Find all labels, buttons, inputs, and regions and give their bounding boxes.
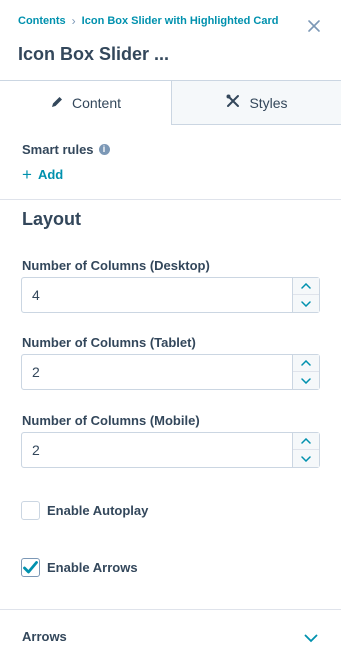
mobile-columns-stepper <box>292 433 319 467</box>
chevron-down-icon <box>304 630 318 648</box>
add-smart-rule-label: Add <box>37 167 64 182</box>
breadcrumb-current-link[interactable]: Icon Box Slider with Highlighted Card <box>82 15 279 27</box>
info-icon[interactable]: i <box>98 144 110 155</box>
smart-rules-label: Smart rules i <box>22 142 110 157</box>
checkbox-box[interactable] <box>21 501 40 520</box>
chevron-up-icon[interactable] <box>293 278 319 295</box>
breadcrumb-root-link[interactable]: Contents <box>18 15 66 27</box>
enable-autoplay-checkbox[interactable]: Enable Autoplay <box>21 501 148 520</box>
chevron-up-icon[interactable] <box>293 355 319 372</box>
tab-content-label: Content <box>71 95 122 111</box>
arrows-accordion-label: Arrows <box>22 629 67 644</box>
panel-title: Icon Box Slider ... <box>18 44 170 64</box>
tablet-columns-stepper <box>292 355 319 389</box>
chevron-down-icon[interactable] <box>293 295 319 312</box>
checkbox-box[interactable] <box>21 558 40 577</box>
mobile-columns-field <box>21 432 320 468</box>
desktop-columns-label: Number of Columns (Desktop) <box>22 258 210 273</box>
section-divider <box>0 199 341 200</box>
enable-arrows-label: Enable Arrows <box>47 560 138 575</box>
tab-bar: Content Styles <box>0 80 341 125</box>
breadcrumb: Contents › Icon Box Slider with Highligh… <box>18 14 278 28</box>
add-smart-rule-button[interactable]: + Add <box>22 165 64 184</box>
smart-rules-text: Smart rules <box>22 142 94 157</box>
desktop-columns-field <box>21 277 320 313</box>
layout-heading: Layout <box>22 209 82 229</box>
plus-icon: + <box>22 165 32 184</box>
tab-styles-label: Styles <box>249 94 288 111</box>
close-icon[interactable] <box>305 17 323 35</box>
panel-header: Contents › Icon Box Slider with Highligh… <box>0 0 341 80</box>
arrows-accordion[interactable]: Arrows <box>0 610 341 661</box>
tablet-columns-field <box>21 354 320 390</box>
enable-autoplay-label: Enable Autoplay <box>47 503 149 518</box>
checkmark-icon <box>23 561 38 574</box>
tablet-columns-label: Number of Columns (Tablet) <box>22 335 196 350</box>
enable-arrows-checkbox[interactable]: Enable Arrows <box>21 558 138 577</box>
tools-icon <box>225 93 249 112</box>
mobile-columns-input[interactable] <box>22 433 293 467</box>
desktop-columns-input[interactable] <box>22 278 293 312</box>
pencil-icon <box>50 95 72 112</box>
tab-styles[interactable]: Styles <box>172 80 341 125</box>
tablet-columns-input[interactable] <box>22 355 293 389</box>
chevron-down-icon[interactable] <box>293 372 319 389</box>
desktop-columns-stepper <box>292 278 319 312</box>
chevron-down-icon[interactable] <box>293 450 319 467</box>
mobile-columns-label: Number of Columns (Mobile) <box>22 413 200 428</box>
tab-content[interactable]: Content <box>0 80 172 125</box>
chevron-right-icon: › <box>71 14 76 28</box>
chevron-up-icon[interactable] <box>293 433 319 450</box>
